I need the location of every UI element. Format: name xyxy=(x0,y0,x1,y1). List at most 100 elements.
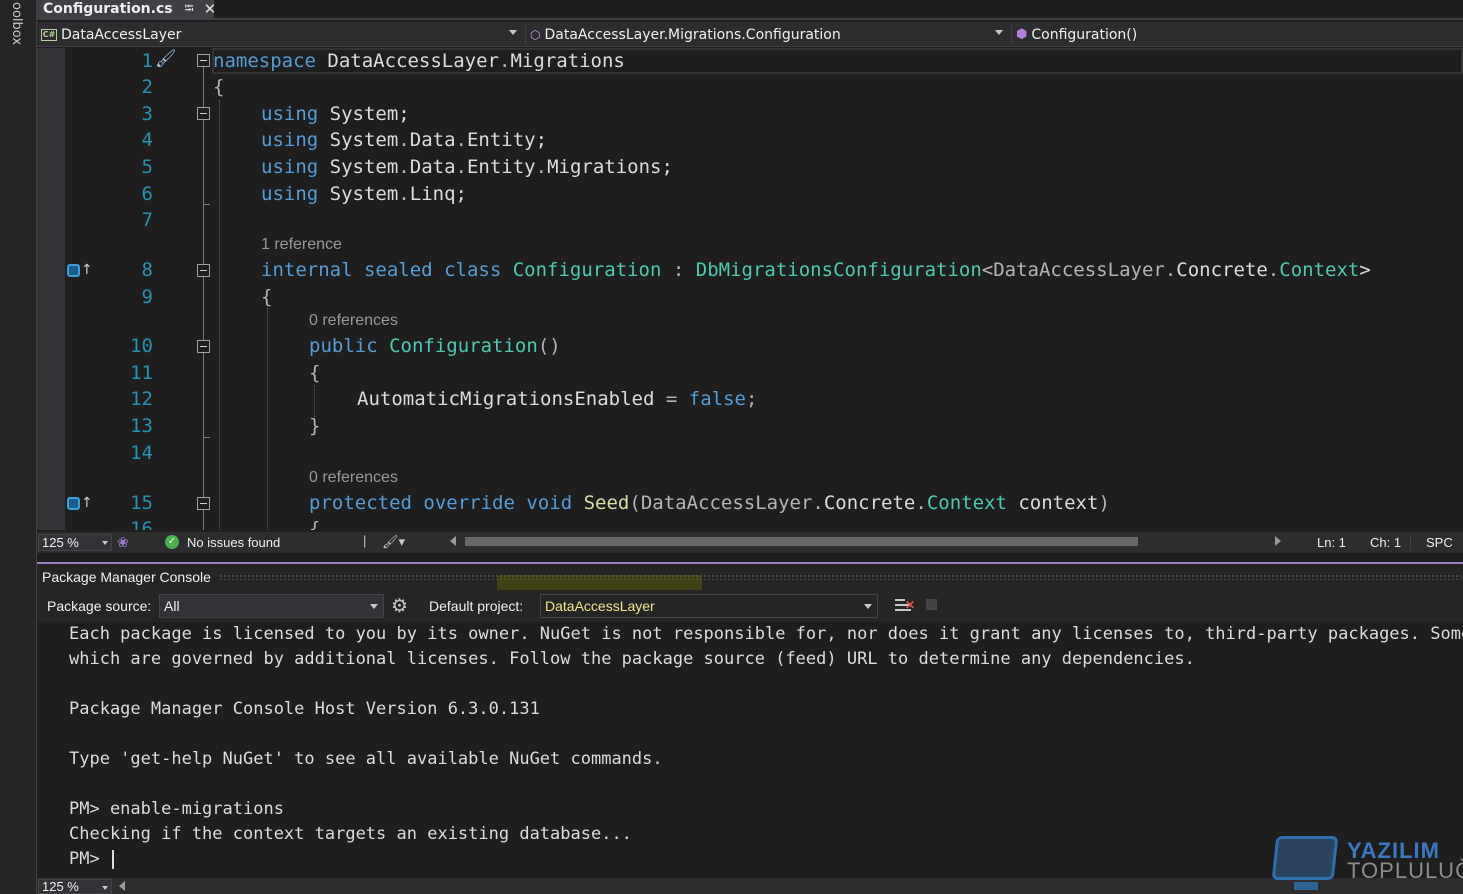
codelens-seed-references[interactable]: 0 references xyxy=(309,469,398,487)
intellicode-icon[interactable]: ❀ xyxy=(117,534,129,551)
indent-guide xyxy=(219,100,220,530)
codelens-constructor-references[interactable]: 0 references xyxy=(309,312,398,330)
line-number: 5 xyxy=(141,156,153,178)
collapse-seed-toggle[interactable] xyxy=(197,497,210,510)
whitespace-indicator[interactable]: SPC xyxy=(1426,535,1453,550)
console-line: Package Manager Console Host Version 6.3… xyxy=(69,699,540,719)
code-line-12[interactable]: AutomaticMigrationsEnabled = false; xyxy=(357,388,757,410)
editor-zoom-value: 125 % xyxy=(42,535,79,550)
editor-zoom-dropdown[interactable]: 125 % xyxy=(38,534,112,551)
collapse-usings-toggle[interactable] xyxy=(197,107,210,120)
code-line-3[interactable]: using System; xyxy=(261,103,410,125)
console-line: PM> enable-migrations xyxy=(69,799,284,819)
package-source-dropdown[interactable]: All xyxy=(159,594,384,618)
code-line-4[interactable]: using System.Data.Entity; xyxy=(261,129,547,151)
line-number: 6 xyxy=(141,183,153,205)
scroll-left-icon[interactable] xyxy=(119,881,125,891)
codelens-class-references[interactable]: 1 reference xyxy=(261,236,342,254)
line-number: 2 xyxy=(141,76,153,98)
code-line-5[interactable]: using System.Data.Entity.Migrations; xyxy=(261,156,673,178)
text-cursor xyxy=(111,849,114,869)
nav-separator xyxy=(525,25,526,44)
type-dropdown[interactable]: ⬡ DataAccessLayer.Migrations.Configurati… xyxy=(530,22,1007,47)
line-number: 15 xyxy=(130,492,153,514)
code-line-1[interactable]: namespace DataAccessLayer.Migrations xyxy=(213,50,625,72)
line-number: 3 xyxy=(141,103,153,125)
quick-actions-brush-icon[interactable]: 🖌 xyxy=(155,49,177,69)
code-cleanup-brush-icon[interactable]: 🖌▾ xyxy=(382,534,405,550)
toolbox-strip[interactable]: oolbox xyxy=(0,0,37,894)
code-line-11[interactable]: { xyxy=(309,362,320,384)
line-indicator[interactable]: Ln: 1 xyxy=(1317,535,1346,550)
navigation-bar: C# DataAccessLayer ⬡ DataAccessLayer.Mig… xyxy=(37,22,1463,47)
console-status-bar: 125 % xyxy=(37,878,1463,894)
check-circle-icon: ✓ xyxy=(165,535,179,549)
console-line: Each package is licensed to you by its o… xyxy=(69,624,1463,644)
watermark-logo: YAZILIM TOPLULUĞU xyxy=(1271,832,1463,894)
chevron-down-icon xyxy=(370,604,378,609)
collapse-class-toggle[interactable] xyxy=(197,264,210,277)
console-zoom-value: 125 % xyxy=(42,879,79,894)
nav-separator xyxy=(1011,25,1012,44)
collapse-namespace-toggle[interactable] xyxy=(197,54,210,67)
console-prompt: PM> xyxy=(69,849,110,869)
monitor-logo-icon xyxy=(1271,836,1339,880)
default-project-value: DataAccessLayer xyxy=(545,598,655,614)
outline-end-mark xyxy=(203,437,210,438)
default-project-dropdown[interactable]: DataAccessLayer xyxy=(540,594,878,618)
implements-indicator-icon[interactable]: ↑ xyxy=(67,262,93,278)
code-editor[interactable]: 🖌 1 2 3 4 5 6 7 8 9 10 11 12 13 14 15 16… xyxy=(37,48,1463,530)
type-dropdown-value: DataAccessLayer.Migrations.Configuration xyxy=(544,26,841,43)
horizontal-scrollbar[interactable] xyxy=(465,537,1138,546)
pin-icon[interactable]: ⭾ xyxy=(185,0,194,20)
line-number: 14 xyxy=(130,442,153,464)
code-line-15[interactable]: protected override void Seed(DataAccessL… xyxy=(309,492,1110,514)
console-prompt-line[interactable]: PM> xyxy=(69,849,114,869)
console-zoom-dropdown[interactable]: 125 % xyxy=(38,879,112,894)
member-dropdown[interactable]: ⬢ Configuration() xyxy=(1016,22,1463,47)
console-output[interactable]: Each package is licensed to you by its o… xyxy=(37,622,1463,877)
document-tab[interactable]: Configuration.cs ⭾ ✕ xyxy=(37,0,217,20)
member-dropdown-value: Configuration() xyxy=(1031,26,1138,43)
code-line-8[interactable]: internal sealed class Configuration : Db… xyxy=(261,259,1371,281)
line-number: 8 xyxy=(141,259,153,281)
outline-end-mark xyxy=(203,204,210,205)
project-dropdown[interactable]: C# DataAccessLayer xyxy=(41,22,521,47)
csharp-project-icon: C# xyxy=(41,28,57,41)
stop-icon[interactable] xyxy=(926,599,937,610)
panel-grip xyxy=(218,574,1461,580)
package-manager-console-header[interactable]: Package Manager Console xyxy=(37,562,1463,590)
class-icon: ⬡ xyxy=(530,27,541,42)
code-line-2[interactable]: { xyxy=(213,76,224,98)
override-indicator-icon[interactable]: ↑ xyxy=(67,495,93,511)
code-line-13[interactable]: } xyxy=(309,415,320,437)
code-line-9[interactable]: { xyxy=(261,286,272,308)
package-source-value: All xyxy=(164,598,180,614)
gear-icon[interactable]: ⚙ xyxy=(391,595,408,618)
indent-guide xyxy=(267,308,268,530)
toolbox-label[interactable]: oolbox xyxy=(9,2,24,45)
collapse-constructor-toggle[interactable] xyxy=(197,340,210,353)
chevron-down-icon xyxy=(509,30,517,35)
code-line-6[interactable]: using System.Linq; xyxy=(261,183,467,205)
project-dropdown-value: DataAccessLayer xyxy=(61,26,182,43)
console-line: Checking if the context targets an exist… xyxy=(69,824,632,844)
line-number: 7 xyxy=(141,209,153,231)
chevron-down-icon xyxy=(102,886,108,890)
clear-console-icon[interactable]: ✕ xyxy=(895,596,915,614)
column-indicator[interactable]: Ch: 1 xyxy=(1370,535,1401,550)
document-tab-row: Configuration.cs ⭾ ✕ xyxy=(37,0,1463,20)
chevron-down-icon xyxy=(102,541,108,545)
editor-status-bar: 125 % ❀ ✓ No issues found | 🖌▾ Ln: 1 Ch:… xyxy=(37,532,1463,553)
status-separator: | xyxy=(363,533,367,548)
close-icon[interactable]: ✕ xyxy=(204,0,217,18)
code-line-16[interactable]: { xyxy=(309,518,320,530)
line-number: 16 xyxy=(130,518,153,530)
scroll-right-icon[interactable] xyxy=(1275,536,1281,546)
watermark-line2: TOPLULUĞU xyxy=(1347,858,1463,883)
scroll-left-icon[interactable] xyxy=(450,536,456,546)
panel-title: Package Manager Console xyxy=(42,569,211,585)
document-tab-title[interactable]: Configuration.cs xyxy=(43,1,173,17)
code-line-10[interactable]: public Configuration() xyxy=(309,335,561,357)
issues-status[interactable]: No issues found xyxy=(187,535,280,550)
